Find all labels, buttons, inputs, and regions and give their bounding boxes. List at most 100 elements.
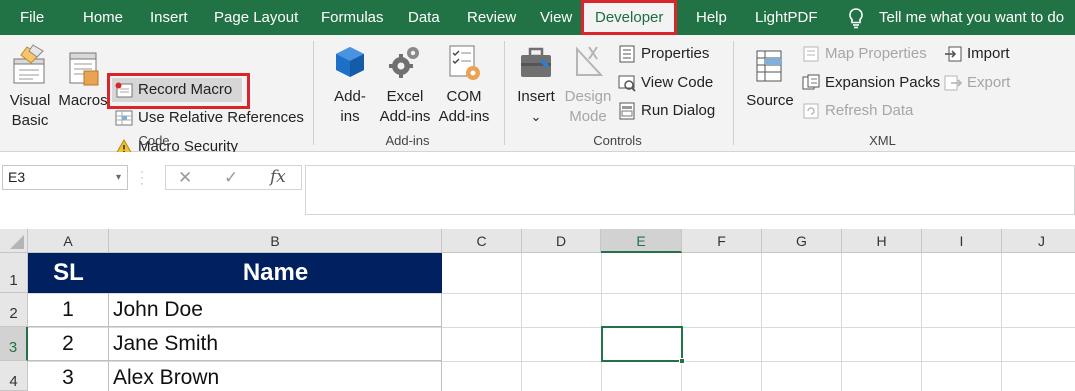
row-header-4[interactable]: 4 <box>0 361 28 391</box>
expansion-packs-button[interactable]: Expansion Packs <box>802 71 940 95</box>
tell-me-search[interactable]: Tell me what you want to do <box>879 0 1064 35</box>
run-dialog-button[interactable]: Run Dialog <box>618 99 715 123</box>
table-cell-sl[interactable]: 2 <box>28 327 108 361</box>
map-properties-button[interactable]: Map Properties <box>802 42 927 66</box>
column-header-g[interactable]: G <box>762 229 842 253</box>
insert-function-icon[interactable]: fx <box>270 166 286 189</box>
group-label-controls: Controls <box>593 133 642 148</box>
design-mode-icon <box>576 46 604 76</box>
column-header-i[interactable]: I <box>922 229 1002 253</box>
name-box-value: E3 <box>8 169 26 185</box>
menu-help[interactable]: Help <box>696 0 727 35</box>
menu-formulas[interactable]: Formulas <box>321 0 384 35</box>
view-code-button[interactable]: View Code <box>618 71 713 95</box>
lightbulb-icon <box>849 8 863 29</box>
cancel-icon[interactable]: ✕ <box>178 166 192 189</box>
add-ins-cube-icon <box>336 47 364 77</box>
name-box[interactable]: E3 ▾ <box>2 165 128 190</box>
insert-control-label: Insert <box>517 88 555 105</box>
column-header-j[interactable]: J <box>1002 229 1075 253</box>
import-button[interactable]: Import <box>944 42 1010 66</box>
menu-developer[interactable]: Developer <box>581 0 678 35</box>
add-ins-label-1: Add- <box>334 88 366 105</box>
column-header-a[interactable]: A <box>28 229 109 253</box>
com-add-ins-icon <box>449 45 480 80</box>
group-separator <box>733 41 734 145</box>
properties-button[interactable]: Properties <box>618 42 709 66</box>
macros-icon <box>69 52 99 86</box>
com-add-ins-button[interactable]: COM Add-ins <box>435 43 493 127</box>
excel-add-ins-label-2: Add-ins <box>379 108 431 125</box>
gridline <box>761 253 762 391</box>
formula-input[interactable] <box>305 165 1075 215</box>
column-header-f[interactable]: F <box>682 229 762 253</box>
menu-file[interactable]: File <box>20 0 44 35</box>
row-header-3[interactable]: 3 <box>0 327 28 361</box>
table-cell-name[interactable]: Alex Brown <box>113 361 438 391</box>
visual-basic-label-1: Visual <box>9 92 51 109</box>
worksheet-grid[interactable]: A B C D E F G H I J 1 2 3 4 SL Name 1 Jo… <box>0 229 1075 391</box>
table-cell-sl[interactable]: 1 <box>28 293 108 327</box>
properties-icon <box>619 45 635 63</box>
table-border <box>441 293 442 391</box>
formula-bar: E3 ▾ · · · ✕ ✓ fx <box>0 152 1075 229</box>
excel-add-ins-button[interactable]: Excel Add-ins <box>377 43 433 127</box>
design-mode-label-1: Design <box>564 88 612 105</box>
fill-handle[interactable] <box>679 358 685 364</box>
table-cell-sl[interactable]: 3 <box>28 361 108 391</box>
macros-button[interactable]: Macros <box>58 43 108 111</box>
add-ins-button[interactable]: Add- ins <box>327 43 373 127</box>
run-dialog-label: Run Dialog <box>641 102 716 119</box>
menu-lightpdf[interactable]: LightPDF <box>755 0 818 35</box>
table-header-name[interactable]: Name <box>109 253 442 293</box>
column-header-c[interactable]: C <box>442 229 522 253</box>
gridline <box>1001 253 1002 391</box>
import-label: Import <box>967 45 1010 62</box>
relative-references-icon <box>115 110 133 126</box>
row-header-1[interactable]: 1 <box>0 253 28 293</box>
visual-basic-label-2: Basic <box>11 112 49 129</box>
xml-source-button[interactable]: Source <box>744 43 796 111</box>
column-header-b[interactable]: B <box>109 229 442 253</box>
com-add-ins-label-2: Add-ins <box>438 108 490 125</box>
map-properties-icon <box>803 46 819 62</box>
group-separator <box>313 41 314 145</box>
xml-source-label: Source <box>746 92 794 109</box>
menu-page-layout[interactable]: Page Layout <box>214 0 298 35</box>
refresh-data-button[interactable]: Refresh Data <box>802 99 913 123</box>
menu-home[interactable]: Home <box>83 0 123 35</box>
table-header-sl[interactable]: SL <box>28 253 109 293</box>
view-code-icon <box>618 75 636 92</box>
chevron-down-icon[interactable]: ▾ <box>116 166 121 189</box>
group-label-add-ins: Add-ins <box>385 133 430 148</box>
row-header-2[interactable]: 2 <box>0 293 28 327</box>
enter-icon[interactable]: ✓ <box>224 166 238 189</box>
menu-view[interactable]: View <box>540 0 572 35</box>
column-header-d[interactable]: D <box>522 229 601 253</box>
refresh-data-icon <box>803 103 819 119</box>
active-cell-e3[interactable] <box>601 326 685 364</box>
visual-basic-button[interactable]: Visual Basic <box>4 43 56 131</box>
design-mode-button[interactable]: Design Mode <box>562 43 614 127</box>
table-cell-name[interactable]: Jane Smith <box>113 327 438 361</box>
menu-bar: File Home Insert Page Layout Formulas Da… <box>0 0 1075 35</box>
use-relative-references-button[interactable]: Use Relative References <box>115 106 304 130</box>
menu-data[interactable]: Data <box>408 0 440 35</box>
column-header-e[interactable]: E <box>601 229 682 253</box>
insert-control-button[interactable]: Insert ⌄ <box>512 43 560 127</box>
com-add-ins-label-1: COM <box>446 88 482 105</box>
toolbox-icon <box>521 47 551 77</box>
design-mode-label-2: Mode <box>569 108 607 125</box>
menu-insert[interactable]: Insert <box>150 0 188 35</box>
gridline <box>921 253 922 391</box>
export-label: Export <box>967 74 1011 91</box>
select-all-button[interactable] <box>0 229 28 253</box>
table-border <box>108 293 109 391</box>
export-button[interactable]: Export <box>944 71 1010 95</box>
formula-bar-grip[interactable]: · · · <box>140 165 145 189</box>
table-cell-name[interactable]: John Doe <box>113 293 438 327</box>
column-header-h[interactable]: H <box>842 229 922 253</box>
menu-review[interactable]: Review <box>467 0 516 35</box>
gridline <box>841 253 842 391</box>
gears-icon <box>389 47 419 78</box>
